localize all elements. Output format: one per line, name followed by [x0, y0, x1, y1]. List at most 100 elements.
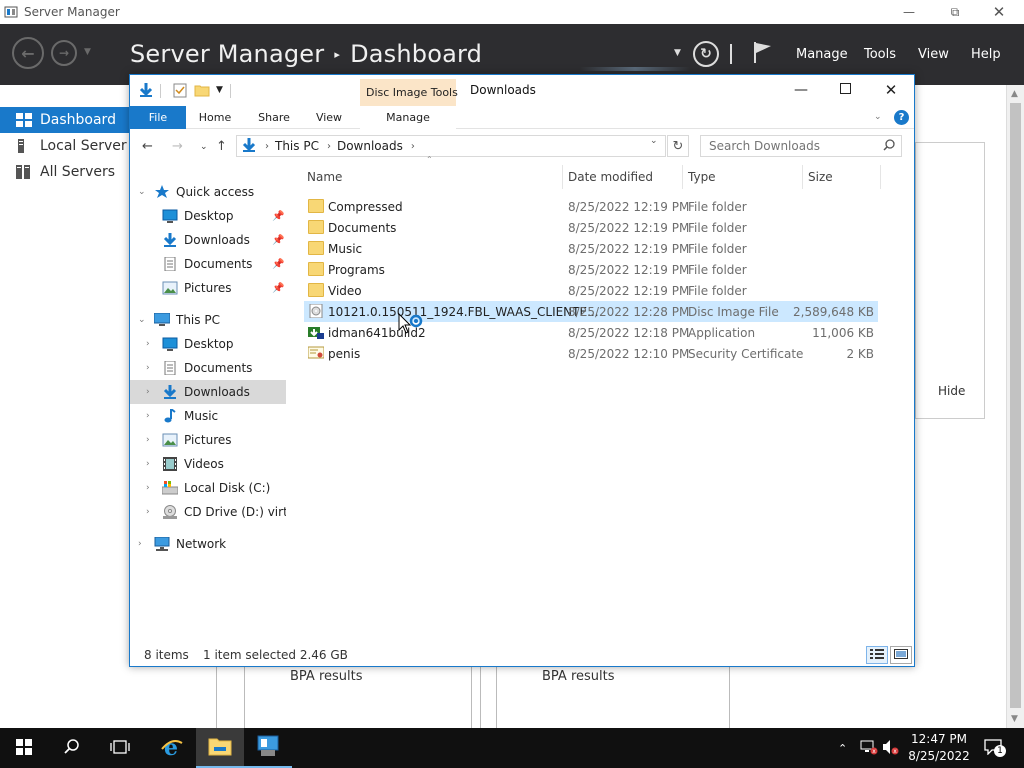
forward-arrow-icon[interactable]: →: [172, 139, 183, 154]
menu-help[interactable]: Help: [971, 47, 1001, 62]
file-row-music[interactable]: Music 8/25/2022 12:19 PM File folder: [304, 238, 878, 259]
sidebar-item-dashboard[interactable]: Dashboard: [0, 107, 130, 133]
chevron-right-icon[interactable]: ›: [146, 435, 150, 445]
ribbon-expand-icon[interactable]: ⌄: [874, 112, 882, 122]
refresh-icon[interactable]: ↻: [693, 41, 719, 67]
scroll-down-icon[interactable]: ▼: [1011, 714, 1018, 724]
bpa-results-link[interactable]: BPA results: [542, 669, 615, 684]
nav-quick-downloads[interactable]: Downloads 📌: [130, 228, 286, 252]
file-row-disc-image[interactable]: 10121.0.150511_1924.FBL_WAAS_CLIENTE... …: [304, 301, 878, 322]
taskbar-file-explorer[interactable]: [196, 728, 244, 768]
address-segment-this-pc[interactable]: This PC: [275, 139, 319, 153]
close-button[interactable]: ✕: [976, 0, 1022, 24]
volume-status[interactable]: x: [882, 728, 900, 768]
scroll-thumb[interactable]: [1010, 103, 1021, 708]
minimize-button[interactable]: —: [886, 0, 932, 24]
chevron-down-icon[interactable]: ⌄: [138, 315, 146, 325]
large-icons-view-button[interactable]: [890, 646, 912, 664]
chevron-right-icon[interactable]: ›: [327, 141, 331, 152]
address-segment-downloads[interactable]: Downloads: [337, 139, 403, 153]
scroll-up-icon[interactable]: ▲: [1011, 89, 1018, 99]
properties-icon[interactable]: [172, 82, 188, 101]
nav-pc-local-disk[interactable]: › Local Disk (C:): [130, 476, 286, 500]
file-row-documents[interactable]: Documents 8/25/2022 12:19 PM File folder: [304, 217, 878, 238]
chevron-right-icon[interactable]: ›: [146, 363, 150, 373]
network-status[interactable]: x: [860, 728, 878, 768]
nav-quick-desktop[interactable]: Desktop 📌: [130, 204, 286, 228]
hide-welcome-link[interactable]: Hide: [938, 384, 965, 398]
nav-pc-cd-drive[interactable]: › CD Drive (D:) virtio-: [130, 500, 286, 524]
file-row-programs[interactable]: Programs 8/25/2022 12:19 PM File folder: [304, 259, 878, 280]
chevron-right-icon[interactable]: ›: [146, 459, 150, 469]
chevron-right-icon[interactable]: ›: [146, 483, 150, 493]
menu-manage[interactable]: Manage: [796, 47, 848, 62]
column-divider[interactable]: [802, 165, 803, 189]
column-divider[interactable]: [880, 165, 881, 189]
tab-home[interactable]: Home: [190, 106, 240, 129]
back-arrow-icon[interactable]: ←: [142, 139, 153, 154]
sidebar-item-local-server[interactable]: Local Server: [0, 133, 130, 159]
bpa-results-link[interactable]: BPA results: [290, 669, 363, 684]
nav-pc-music[interactable]: › Music: [130, 404, 286, 428]
explorer-maximize-button[interactable]: [822, 75, 868, 105]
address-dropdown-icon[interactable]: ⌄: [650, 136, 658, 146]
menu-tools[interactable]: Tools: [864, 47, 896, 62]
maximize-button[interactable]: ⧉: [932, 0, 978, 24]
history-dropdown-icon[interactable]: ▼: [84, 47, 91, 57]
search-icon[interactable]: [883, 139, 895, 151]
explorer-minimize-button[interactable]: —: [778, 75, 824, 105]
nav-quick-documents[interactable]: Documents 📌: [130, 252, 286, 276]
file-row-application[interactable]: idman641build2 8/25/2022 12:18 PM Applic…: [304, 322, 878, 343]
show-hidden-icons[interactable]: ⌃: [838, 728, 847, 768]
file-row-compressed[interactable]: Compressed 8/25/2022 12:19 PM File folde…: [304, 196, 878, 217]
search-button[interactable]: [48, 728, 96, 768]
nav-this-pc[interactable]: ⌄ This PC: [130, 308, 286, 332]
forward-button[interactable]: →: [51, 40, 77, 66]
action-center-button[interactable]: 1: [984, 728, 1006, 768]
help-icon[interactable]: ?: [894, 110, 909, 125]
menu-view[interactable]: View: [918, 47, 949, 62]
column-name[interactable]: Name: [307, 170, 342, 184]
column-date-modified[interactable]: Date modified: [568, 170, 653, 184]
nav-pc-videos[interactable]: › Videos: [130, 452, 286, 476]
notifications-flag-icon[interactable]: [752, 40, 774, 64]
new-folder-icon[interactable]: [194, 82, 210, 101]
nav-quick-pictures[interactable]: Pictures 📌: [130, 276, 286, 300]
refresh-button[interactable]: ↻: [667, 135, 689, 157]
nav-quick-access[interactable]: ⌄ Quick access: [130, 180, 286, 204]
search-input[interactable]: [701, 136, 871, 156]
chevron-right-icon[interactable]: ›: [411, 141, 415, 152]
chevron-right-icon[interactable]: ›: [146, 387, 150, 397]
task-view-button[interactable]: [96, 728, 144, 768]
taskbar-server-manager[interactable]: [244, 728, 292, 768]
nav-pc-downloads[interactable]: › Downloads: [130, 380, 286, 404]
column-type[interactable]: Type: [688, 170, 716, 184]
nav-network[interactable]: › Network: [130, 532, 286, 556]
nav-pc-desktop[interactable]: › Desktop: [130, 332, 286, 356]
recent-locations-icon[interactable]: ⌄: [200, 142, 208, 152]
tab-view[interactable]: View: [306, 106, 352, 129]
system-clock[interactable]: 12:47 PM 8/25/2022: [900, 731, 978, 765]
file-row-video[interactable]: Video 8/25/2022 12:19 PM File folder: [304, 280, 878, 301]
column-size[interactable]: Size: [808, 170, 833, 184]
chevron-right-icon[interactable]: ›: [146, 339, 150, 349]
nav-pc-documents[interactable]: › Documents: [130, 356, 286, 380]
qat-customize-icon[interactable]: ▼: [216, 85, 223, 95]
back-button[interactable]: ←: [12, 37, 44, 69]
chevron-down-icon[interactable]: ⌄: [138, 187, 146, 197]
chevron-right-icon[interactable]: ›: [265, 141, 269, 152]
file-row-certificate[interactable]: penis 8/25/2022 12:10 PM Security Certif…: [304, 343, 878, 364]
column-divider[interactable]: [682, 165, 683, 189]
taskbar-internet-explorer[interactable]: e: [148, 728, 196, 768]
details-view-button[interactable]: [866, 646, 888, 664]
chevron-right-icon[interactable]: ›: [146, 507, 150, 517]
start-button[interactable]: [0, 728, 48, 768]
tab-share[interactable]: Share: [250, 106, 298, 129]
tab-file[interactable]: File: [130, 106, 186, 129]
up-arrow-icon[interactable]: ↑: [216, 139, 227, 154]
sidebar-item-all-servers[interactable]: All Servers: [0, 159, 130, 185]
column-divider[interactable]: [562, 165, 563, 189]
header-dropdown-icon[interactable]: ▼: [674, 48, 681, 58]
dashboard-scrollbar[interactable]: ▲ ▼: [1006, 85, 1024, 728]
nav-pc-pictures[interactable]: › Pictures: [130, 428, 286, 452]
